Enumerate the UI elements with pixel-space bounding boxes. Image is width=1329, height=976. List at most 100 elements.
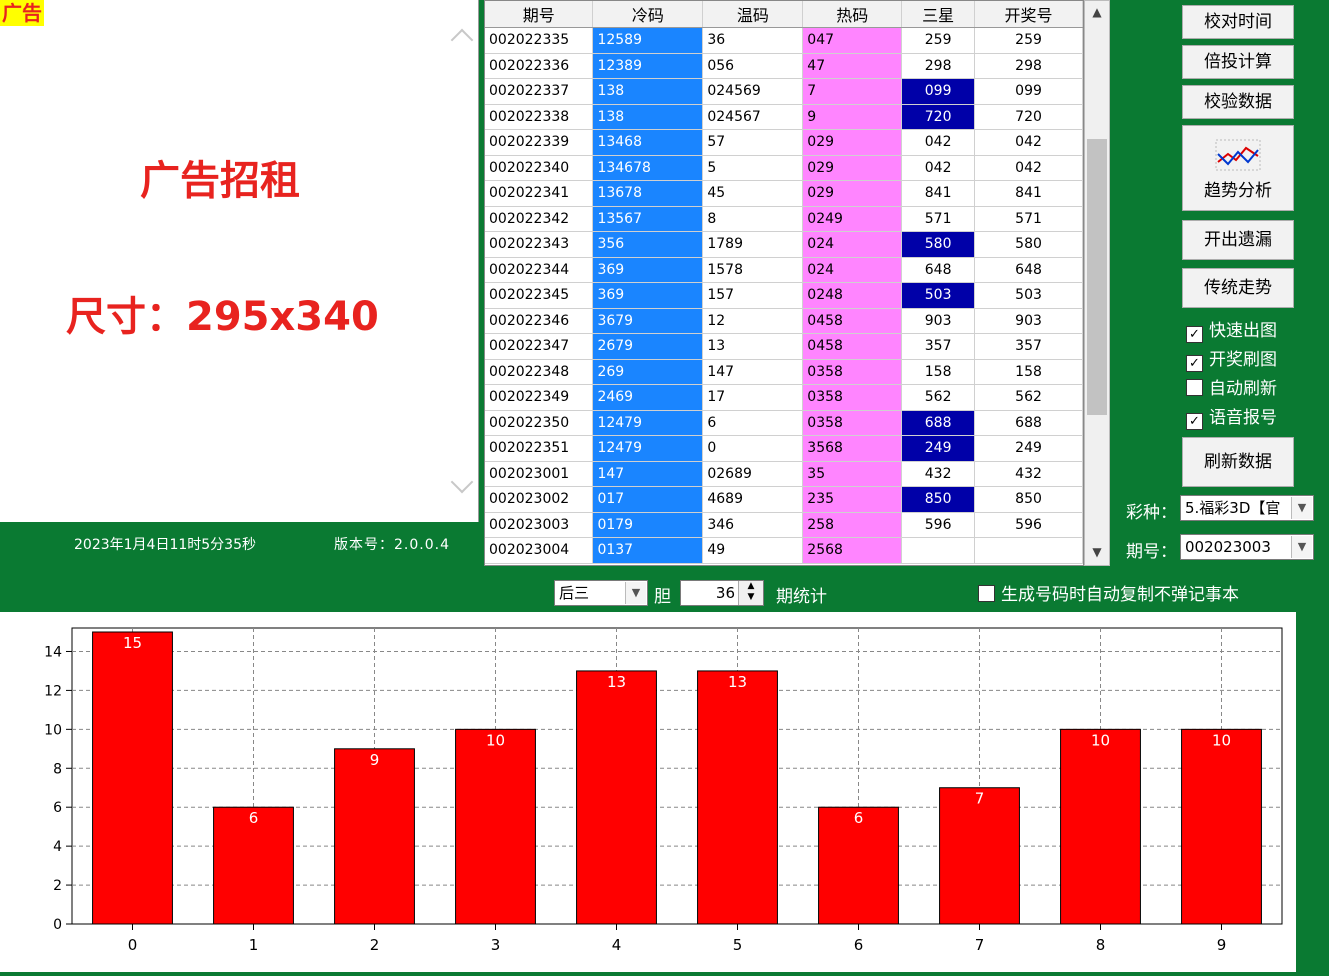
table-row[interactable]: 002022336 12389 056 47 298 298 xyxy=(485,53,1083,79)
table-cell: 12 xyxy=(702,308,804,334)
y-tick-label: 4 xyxy=(53,839,62,855)
table-row[interactable]: 002022346 3679 12 0458 903 903 xyxy=(485,308,1083,334)
table-row[interactable]: 002022344 369 1578 024 648 648 xyxy=(485,257,1083,283)
column-header[interactable]: 温码 xyxy=(702,1,804,28)
table-cell: 259 xyxy=(974,27,1083,54)
table-cell: 258 xyxy=(802,512,903,538)
table-cell: 571 xyxy=(901,206,976,232)
scroll-down-icon[interactable]: ▼ xyxy=(1085,545,1109,559)
period-select[interactable]: 002023003 ▼ xyxy=(1180,534,1314,560)
chevron-down-icon[interactable]: ▼ xyxy=(1291,536,1312,558)
table-row[interactable]: 002022339 13468 57 029 042 042 xyxy=(485,129,1083,156)
stepper-down-icon[interactable]: ▼ xyxy=(739,592,763,603)
missing-button[interactable]: 开出遗漏 xyxy=(1182,220,1294,260)
table-row[interactable]: 002022343 356 1789 024 580 580 xyxy=(485,231,1083,258)
table-cell: 099 xyxy=(901,78,976,105)
bar xyxy=(1181,728,1262,925)
table-row[interactable]: 002022351 12479 0 3568 249 249 xyxy=(485,435,1083,462)
table-row[interactable]: 002022340 134678 5 029 042 042 xyxy=(485,155,1083,181)
scroll-thumb[interactable] xyxy=(1087,139,1107,415)
position-select[interactable]: 后三 ▼ xyxy=(554,580,648,606)
table-cell: 720 xyxy=(974,104,1083,130)
x-tick-label: 7 xyxy=(975,936,985,954)
table-row[interactable]: 002022335 12589 36 047 259 259 xyxy=(485,27,1083,54)
table-cell: 002022335 xyxy=(485,27,594,54)
auto-copy-checkbox[interactable]: 生成号码时自动复制不弹记事本 xyxy=(978,584,1239,606)
chevron-up-icon[interactable] xyxy=(450,28,474,52)
table-scrollbar[interactable]: ▲ ▼ xyxy=(1084,0,1110,566)
table-cell: 580 xyxy=(974,231,1083,258)
checkmark-icon[interactable]: ✓ xyxy=(1186,413,1203,430)
period-count-stepper[interactable]: ▲ ▼ xyxy=(738,581,763,605)
table-row[interactable]: 002023001 147 02689 35 432 432 xyxy=(485,461,1083,487)
table-row[interactable]: 002022342 13567 8 0249 571 571 xyxy=(485,206,1083,232)
y-tick-label: 2 xyxy=(53,878,62,894)
ad-tag: 广告 xyxy=(0,0,44,26)
bar xyxy=(455,728,536,925)
traditional-trend-button[interactable]: 传统走势 xyxy=(1182,268,1294,308)
column-header[interactable]: 期号 xyxy=(485,1,594,28)
chevron-down-icon[interactable]: ▼ xyxy=(1291,497,1312,519)
scroll-up-icon[interactable]: ▲ xyxy=(1085,5,1109,19)
ad-scrollbar[interactable] xyxy=(448,22,476,500)
option-checkbox[interactable]: ✓ 快速出图 xyxy=(1186,320,1277,343)
table-row[interactable]: 002022347 2679 13 0458 357 357 xyxy=(485,333,1083,360)
checkbox-box[interactable] xyxy=(1186,379,1203,396)
column-header[interactable]: 热码 xyxy=(802,1,903,28)
trend-chart-icon xyxy=(1215,139,1261,171)
table-cell: 002022345 xyxy=(485,282,594,309)
checkmark-icon[interactable]: ✓ xyxy=(1186,326,1203,343)
checkbox-box[interactable] xyxy=(978,585,995,602)
table-cell: 002022342 xyxy=(485,206,594,232)
table-cell: 0358 xyxy=(802,384,903,411)
table-cell: 13 xyxy=(702,333,804,360)
table-row[interactable]: 002022338 138 024567 9 720 720 xyxy=(485,104,1083,130)
table-cell: 024569 xyxy=(702,78,804,105)
table-cell: 002022343 xyxy=(485,231,594,258)
table-row[interactable]: 002022348 269 147 0358 158 158 xyxy=(485,359,1083,385)
option-checkbox[interactable]: 自动刷新 xyxy=(1186,378,1277,400)
table-row[interactable]: 002023002 017 4689 235 850 850 xyxy=(485,486,1083,513)
chevron-down-icon[interactable]: ▼ xyxy=(625,582,646,604)
option-checkbox[interactable]: ✓ 开奖刷图 xyxy=(1186,349,1277,372)
bar-value-label: 10 xyxy=(1091,731,1110,749)
table-cell: 562 xyxy=(901,384,976,411)
table-cell: 903 xyxy=(901,308,976,334)
checkmark-icon[interactable]: ✓ xyxy=(1186,355,1203,372)
column-header[interactable]: 三星 xyxy=(901,1,976,28)
bar-value-label: 13 xyxy=(728,673,747,691)
refresh-data-button[interactable]: 刷新数据 xyxy=(1182,437,1294,487)
multiple-calc-button[interactable]: 倍投计算 xyxy=(1182,45,1294,79)
check-time-button[interactable]: 校对时间 xyxy=(1182,5,1294,39)
table-cell: 029 xyxy=(802,155,903,181)
chevron-down-icon[interactable] xyxy=(450,470,474,494)
table-cell: 12389 xyxy=(592,53,704,79)
table-cell: 002023002 xyxy=(485,486,594,513)
column-header[interactable]: 冷码 xyxy=(592,1,704,28)
table-cell: 841 xyxy=(974,180,1083,207)
table-cell: 45 xyxy=(702,180,804,207)
table-cell: 17 xyxy=(702,384,804,411)
stepper-up-icon[interactable]: ▲ xyxy=(739,581,763,592)
table-row[interactable]: 002023003 0179 346 258 596 596 xyxy=(485,512,1083,538)
table-row[interactable]: 002022337 138 024569 7 099 099 xyxy=(485,78,1083,105)
option-checkbox[interactable]: ✓ 语音报号 xyxy=(1186,407,1277,430)
y-tick-label: 0 xyxy=(53,917,62,933)
verify-data-button[interactable]: 校验数据 xyxy=(1182,85,1294,119)
table-row[interactable]: 002022350 12479 6 0358 688 688 xyxy=(485,410,1083,436)
table-cell: 562 xyxy=(974,384,1083,411)
trend-analysis-button[interactable]: 趋势分析 xyxy=(1182,125,1294,211)
table-row[interactable]: 002023004 0137 49 2568 xyxy=(485,537,1083,564)
table-cell: 002022344 xyxy=(485,257,594,283)
table-cell: 596 xyxy=(901,512,976,538)
table-cell: 503 xyxy=(974,282,1083,309)
table-row[interactable]: 002022345 369 157 0248 503 503 xyxy=(485,282,1083,309)
table-cell: 259 xyxy=(901,27,976,54)
table-cell: 346 xyxy=(702,512,804,538)
table-cell: 02689 xyxy=(702,461,804,487)
table-row[interactable]: 002022349 2469 17 0358 562 562 xyxy=(485,384,1083,411)
table-row[interactable]: 002022341 13678 45 029 841 841 xyxy=(485,180,1083,207)
lottery-select[interactable]: 5.福彩3D【官 ▼ xyxy=(1180,495,1314,521)
column-header[interactable]: 开奖号 xyxy=(974,1,1083,28)
table-cell: 35 xyxy=(802,461,903,487)
